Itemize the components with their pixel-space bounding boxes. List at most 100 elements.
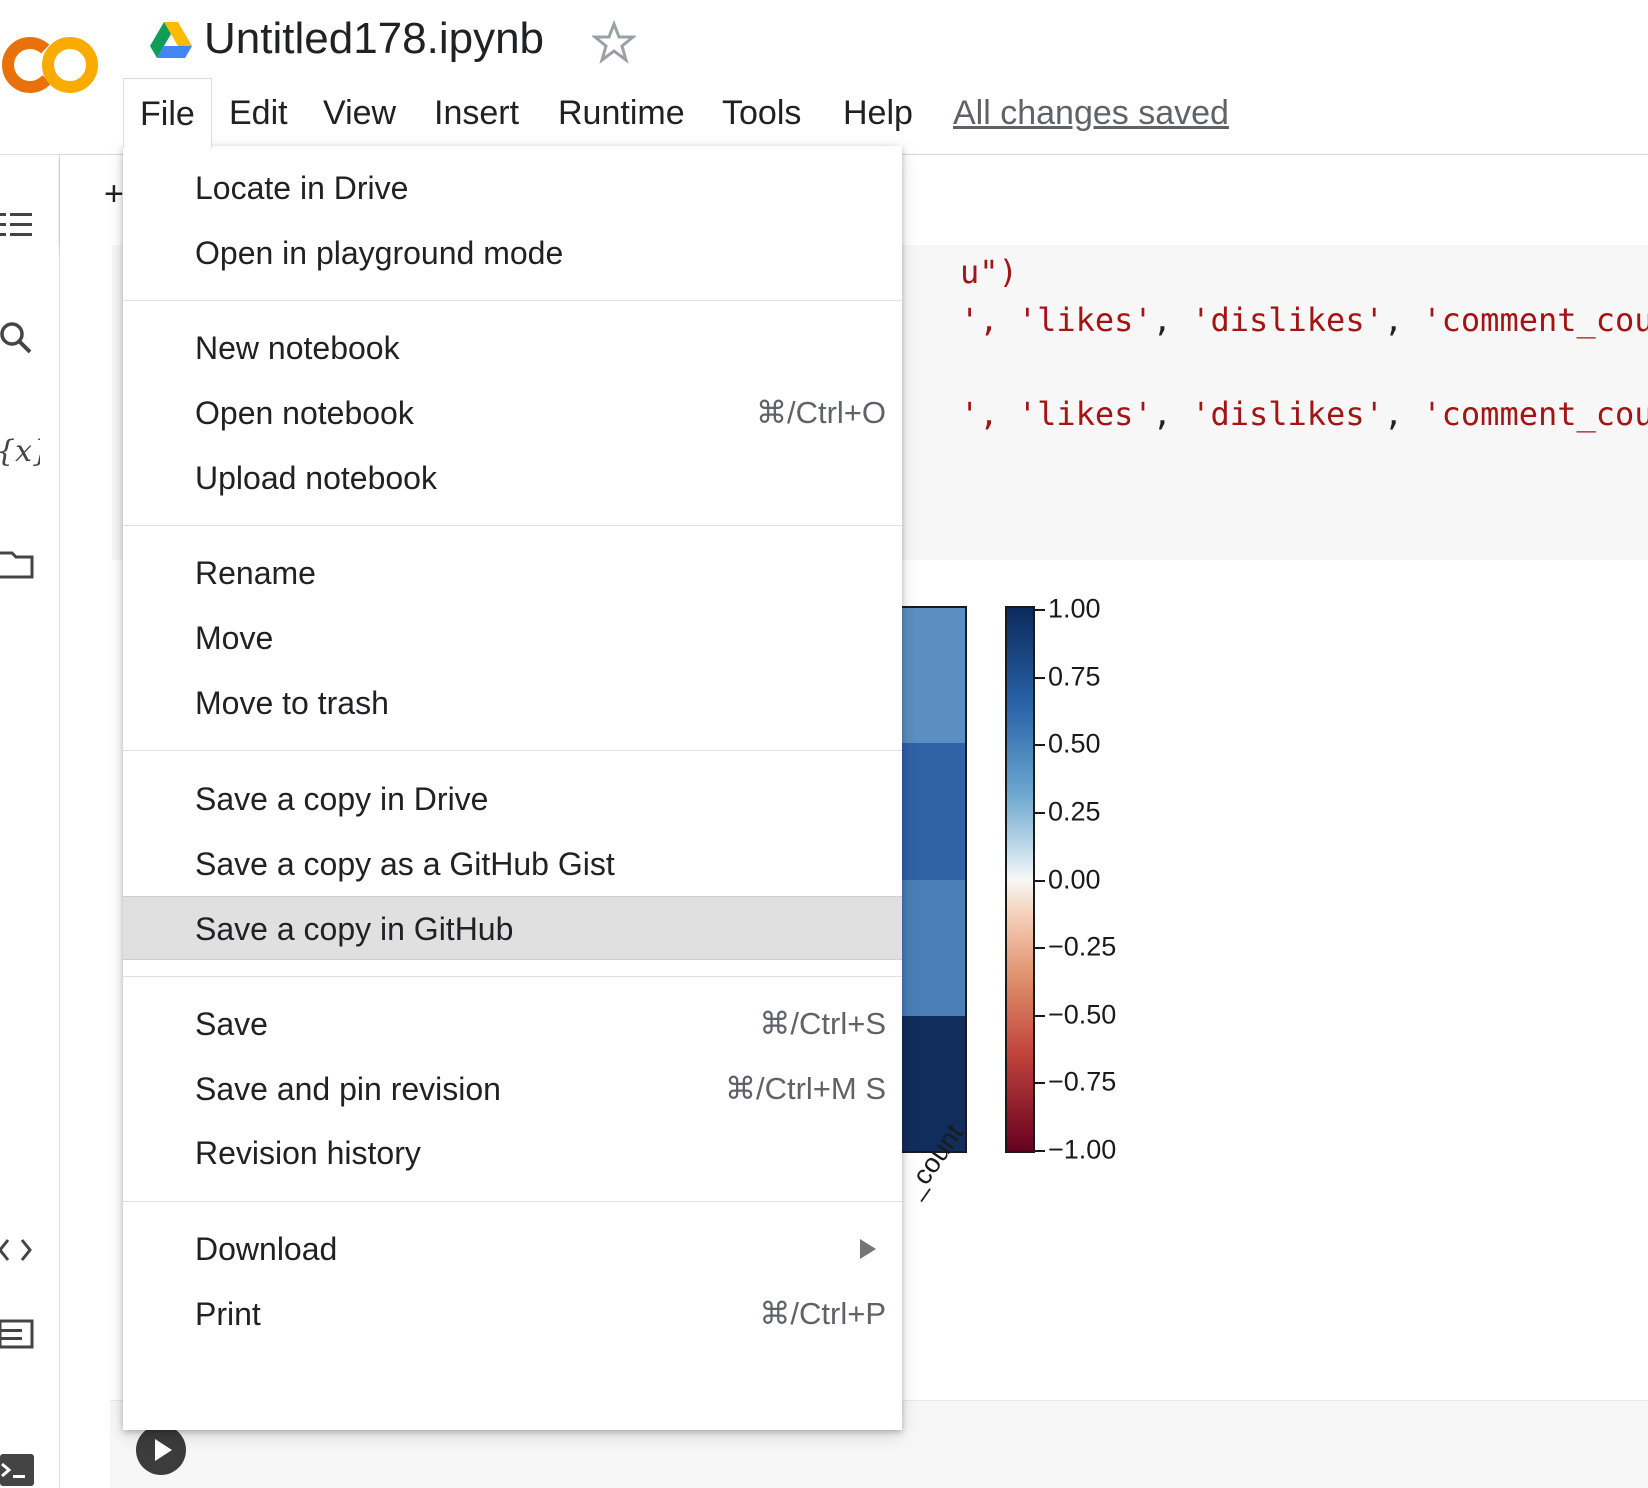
menu-item-save-copy-in-drive[interactable]: Save a copy in Drive bbox=[123, 767, 902, 831]
menu-item-label: Move to trash bbox=[195, 685, 389, 721]
code-token: , bbox=[1383, 301, 1404, 339]
menu-item-label: Upload notebook bbox=[195, 460, 437, 496]
colorbar-tick-label: −0.25 bbox=[1048, 931, 1117, 962]
menu-item-new-notebook[interactable]: New notebook bbox=[123, 316, 902, 380]
terminal-icon[interactable] bbox=[0, 1450, 40, 1488]
menu-item-locate-in-drive[interactable]: Locate in Drive bbox=[123, 156, 902, 220]
menu-edit[interactable]: Edit bbox=[229, 78, 288, 148]
menu-item-save-copy-as-github-gist[interactable]: Save a copy as a GitHub Gist bbox=[123, 832, 902, 896]
menu-separator bbox=[123, 525, 902, 526]
menu-separator bbox=[123, 750, 902, 751]
menu-item-move-to-trash[interactable]: Move to trash bbox=[123, 671, 902, 735]
code-line-1: u") bbox=[960, 253, 1018, 291]
menu-item-label: Revision history bbox=[195, 1135, 421, 1171]
left-rail: {x} bbox=[0, 155, 60, 1488]
heatmap-colorbar bbox=[1005, 606, 1035, 1153]
menu-item-print[interactable]: Print ⌘/Ctrl+P bbox=[123, 1282, 902, 1346]
folder-icon[interactable] bbox=[0, 545, 40, 585]
menu-item-download[interactable]: Download bbox=[123, 1217, 902, 1281]
colorbar-tick-label: 0.00 bbox=[1048, 864, 1101, 894]
colorbar-tick-label: 0.25 bbox=[1048, 796, 1101, 827]
menu-item-revision-history[interactable]: Revision history bbox=[123, 1121, 902, 1185]
toc-icon[interactable] bbox=[0, 205, 40, 245]
colorbar-tick-mark bbox=[1035, 1014, 1045, 1017]
code-token: 'likes' bbox=[1017, 301, 1153, 339]
menu-item-save-and-pin-revision[interactable]: Save and pin revision ⌘/Ctrl+M S bbox=[123, 1057, 902, 1121]
menu-item-label: Save and pin revision bbox=[195, 1071, 501, 1107]
menu-item-label: Download bbox=[195, 1231, 338, 1267]
colorbar-tick-label: −0.50 bbox=[1048, 999, 1117, 1030]
colorbar-tick-label: −1.00 bbox=[1048, 1134, 1117, 1165]
menu-item-shortcut: ⌘/Ctrl+O bbox=[755, 395, 886, 430]
menu-item-label: Move bbox=[195, 620, 274, 656]
menu-item-save-copy-in-github[interactable]: Save a copy in GitHub bbox=[123, 896, 902, 960]
google-drive-icon[interactable] bbox=[150, 22, 192, 60]
menu-separator bbox=[123, 1201, 902, 1202]
colorbar-tick-mark bbox=[1035, 676, 1045, 679]
menu-item-label: Locate in Drive bbox=[195, 170, 409, 206]
menu-runtime[interactable]: Runtime bbox=[558, 78, 685, 148]
menu-item-label: Open in playground mode bbox=[195, 235, 564, 271]
menu-item-open-in-playground-mode[interactable]: Open in playground mode bbox=[123, 221, 902, 285]
menu-item-label: Open notebook bbox=[195, 395, 414, 431]
menu-help[interactable]: Help bbox=[843, 78, 913, 148]
search-icon[interactable] bbox=[0, 320, 40, 360]
menu-item-shortcut: ⌘/Ctrl+P bbox=[759, 1296, 886, 1331]
code-token: , bbox=[1152, 301, 1172, 339]
save-status-link[interactable]: All changes saved bbox=[953, 78, 1229, 148]
code-snippets-icon[interactable] bbox=[0, 1230, 40, 1270]
code-token: 'comment_cou bbox=[1422, 395, 1648, 433]
menu-item-open-notebook[interactable]: Open notebook ⌘/Ctrl+O bbox=[123, 381, 902, 445]
colorbar-tick-label: −0.75 bbox=[1048, 1066, 1117, 1097]
code-line-2: ', 'likes', 'dislikes', 'comment_cou bbox=[960, 301, 1648, 339]
menu-item-label: Save a copy as a GitHub Gist bbox=[195, 846, 615, 882]
code-token: 'likes' bbox=[1017, 395, 1153, 433]
menu-item-shortcut: ⌘/Ctrl+M S bbox=[724, 1071, 886, 1106]
colorbar-tick-label: 1.00 bbox=[1048, 593, 1101, 624]
code-token: 'dislikes' bbox=[1191, 301, 1384, 339]
menu-separator bbox=[123, 300, 902, 301]
svg-text:{x}: {x} bbox=[0, 434, 40, 469]
menu-separator bbox=[123, 976, 902, 977]
colorbar-tick-mark bbox=[1035, 1150, 1045, 1152]
menu-item-label: Save a copy in GitHub bbox=[195, 911, 514, 947]
menu-item-label: Rename bbox=[195, 555, 316, 591]
colorbar-tick-mark bbox=[1035, 879, 1045, 882]
colorbar-tick-mark bbox=[1035, 744, 1045, 747]
play-icon[interactable] bbox=[136, 1425, 186, 1475]
menu-item-label: Save bbox=[195, 1006, 268, 1042]
code-token: ', bbox=[960, 301, 999, 339]
code-token: 'comment_cou bbox=[1422, 301, 1648, 339]
code-token: 'dislikes' bbox=[1191, 395, 1384, 433]
colorbar-tick-mark bbox=[1035, 947, 1045, 950]
menu-item-label: Print bbox=[195, 1296, 261, 1332]
menu-file[interactable]: File bbox=[123, 78, 212, 148]
file-menu-dropdown: Locate in Drive Open in playground mode Ne… bbox=[123, 146, 902, 1430]
colorbar-tick-mark bbox=[1035, 609, 1045, 611]
menu-tools[interactable]: Tools bbox=[722, 78, 801, 148]
menu-item-label: Save a copy in Drive bbox=[195, 781, 489, 817]
colorbar-tick-label: 0.75 bbox=[1048, 661, 1101, 692]
code-token: , bbox=[1383, 395, 1404, 433]
star-outline-icon[interactable] bbox=[592, 20, 636, 64]
menu-item-rename[interactable]: Rename bbox=[123, 541, 902, 605]
code-token: u") bbox=[960, 253, 1018, 291]
variables-icon[interactable]: {x} bbox=[0, 431, 40, 471]
code-line-3: ', 'likes', 'dislikes', 'comment_cou bbox=[960, 395, 1648, 433]
menu-item-label: New notebook bbox=[195, 330, 400, 366]
menu-view[interactable]: View bbox=[323, 78, 396, 148]
colorbar-tick-mark bbox=[1035, 1082, 1045, 1085]
submenu-arrow-icon bbox=[860, 1239, 876, 1259]
code-token: , bbox=[1152, 395, 1172, 433]
menubar: File Edit View Insert Runtime Tools Help… bbox=[0, 78, 1648, 150]
code-token: ', bbox=[960, 395, 999, 433]
document-title[interactable]: Untitled178.ipynb bbox=[204, 14, 544, 64]
add-code-button[interactable]: + bbox=[104, 175, 124, 214]
menu-insert[interactable]: Insert bbox=[434, 78, 519, 148]
menu-item-upload-notebook[interactable]: Upload notebook bbox=[123, 446, 902, 510]
colorbar-tick-label: 0.50 bbox=[1048, 728, 1101, 759]
menu-item-save[interactable]: Save ⌘/Ctrl+S bbox=[123, 992, 902, 1056]
menu-item-move[interactable]: Move bbox=[123, 606, 902, 670]
menu-item-shortcut: ⌘/Ctrl+S bbox=[759, 1006, 886, 1041]
command-palette-icon[interactable] bbox=[0, 1315, 40, 1355]
